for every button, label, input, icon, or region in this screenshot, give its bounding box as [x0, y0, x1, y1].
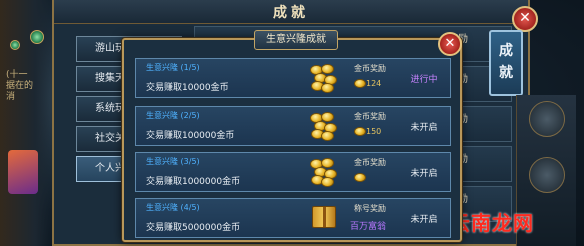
achievement-desc: 交易赚取10000金币	[146, 83, 229, 93]
tab-achievement-char: 就	[499, 65, 513, 81]
jade-bead-icon	[10, 40, 20, 50]
reward-label: 金币奖励	[354, 112, 386, 121]
achievement-status: 未开启	[410, 169, 438, 179]
achievement-window-header: 成就	[54, 0, 528, 24]
gold-coins-icon	[308, 111, 338, 141]
achievement-detail-dialog: 生意兴隆成就 ✕ 生意兴隆 (1/5) 交易赚取10000金币 金币奖励 124…	[122, 30, 462, 242]
achievement-status: 进行中	[410, 75, 438, 85]
jade-pendant-icon	[30, 30, 44, 44]
achievement-row: 生意兴隆 (2/5) 交易赚取100000金币 金币奖励 150 未开启	[135, 106, 451, 146]
coin-icon	[354, 79, 366, 88]
gold-coins-icon	[308, 63, 338, 93]
achievement-row: 生意兴隆 (1/5) 交易赚取10000金币 金币奖励 124 进行中	[135, 58, 451, 98]
reward-label: 金币奖励	[354, 158, 386, 167]
achievement-status: 未开启	[410, 215, 438, 225]
watermark-brand: 云南龙网	[450, 211, 534, 235]
achievement-title: 生意兴隆 (4/5)	[146, 203, 200, 212]
achievement-window-title: 成就	[273, 5, 309, 21]
reward-label: 金币奖励	[354, 64, 386, 73]
shortcut-icon[interactable]	[529, 101, 565, 137]
reward-value: 124	[366, 79, 382, 88]
tab-achievement-char: 成	[499, 43, 513, 59]
reward-title-value[interactable]: 百万富翁	[350, 219, 386, 232]
dialog-title: 生意兴隆成就	[254, 30, 338, 50]
shortcut-icon[interactable]	[529, 157, 565, 193]
achievement-desc: 交易赚取5000000金币	[146, 223, 241, 233]
book-icon	[308, 203, 338, 233]
achievement-row: 生意兴隆 (3/5) 交易赚取1000000金币 金币奖励 未开启	[135, 152, 451, 192]
tab-achievement[interactable]: 成 就	[489, 30, 523, 96]
character-portrait	[8, 150, 38, 194]
achievement-title: 生意兴隆 (3/5)	[146, 157, 200, 166]
achievement-title: 生意兴隆 (1/5)	[146, 63, 200, 72]
window-close-button[interactable]: ✕	[512, 6, 538, 32]
reward-value: 150	[366, 127, 382, 136]
achievement-desc: 交易赚取100000金币	[146, 131, 235, 141]
achievement-title: 生意兴隆 (2/5)	[146, 111, 200, 120]
achievement-row: 生意兴隆 (4/5) 交易赚取5000000金币 称号奖励 百万富翁 未开启	[135, 198, 451, 238]
close-icon[interactable]: ✕	[438, 32, 462, 56]
reward-label: 称号奖励	[354, 204, 386, 213]
coin-icon	[354, 127, 366, 136]
achievement-status: 未开启	[410, 123, 438, 133]
achievement-desc: 交易赚取1000000金币	[146, 177, 241, 187]
gold-coins-icon	[308, 157, 338, 187]
left-scene-strip: (十一据在的消	[0, 0, 50, 246]
coin-icon	[354, 173, 366, 182]
side-note-text: (十一据在的消	[6, 70, 34, 102]
